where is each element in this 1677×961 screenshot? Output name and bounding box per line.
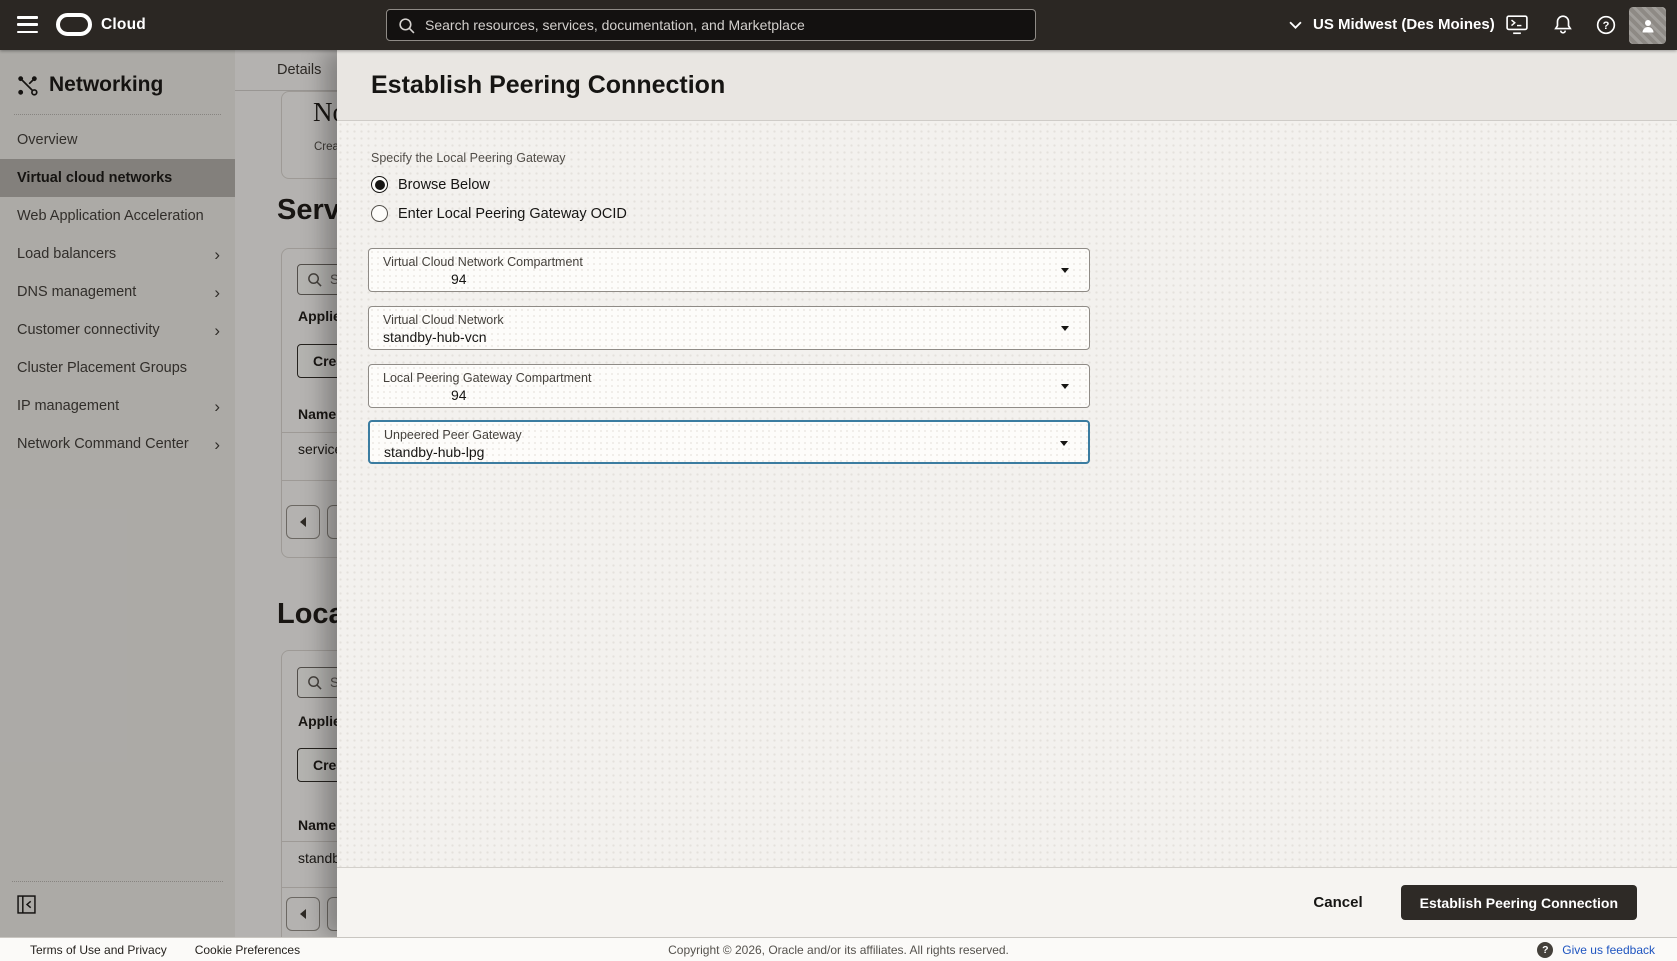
global-search-input[interactable] [425, 17, 1024, 33]
establish-peering-connection-panel: Establish Peering Connection Specify the… [337, 50, 1677, 937]
chevron-down-icon [1061, 384, 1069, 389]
unpeered-peer-gateway-select[interactable]: Unpeered Peer Gateway standby-hub-lpg [368, 420, 1090, 464]
vcn-compartment-select[interactable]: Virtual Cloud Network Compartment 94 [368, 248, 1090, 292]
copyright-text: Copyright © 2026, Oracle and/or its affi… [668, 943, 1009, 957]
radio-enter-ocid[interactable]: Enter Local Peering Gateway OCID [371, 205, 627, 222]
page-footer: Terms of Use and Privacy Cookie Preferen… [0, 937, 1677, 961]
notifications-bell-icon[interactable] [1553, 14, 1573, 35]
lpg-compartment-select[interactable]: Local Peering Gateway Compartment 94 [368, 364, 1090, 408]
oracle-logo[interactable] [56, 13, 92, 36]
top-navigation-bar: Cloud US Midwest (Des Moines) ? [0, 0, 1677, 50]
footer-feedback: ? Give us feedback [1537, 942, 1655, 958]
chevron-down-icon [1061, 268, 1069, 273]
chevron-down-icon [1060, 441, 1068, 446]
user-avatar[interactable] [1629, 7, 1666, 44]
terms-link[interactable]: Terms of Use and Privacy [30, 943, 167, 957]
radio-unselected-icon[interactable] [371, 205, 388, 222]
panel-body: Specify the Local Peering Gateway Browse… [337, 121, 1677, 867]
region-selector[interactable]: US Midwest (Des Moines) [1313, 16, 1495, 33]
chevron-down-icon[interactable] [1289, 21, 1302, 30]
establish-peering-connection-button[interactable]: Establish Peering Connection [1401, 885, 1637, 920]
brand-label: Cloud [101, 16, 146, 34]
feedback-help-icon[interactable]: ? [1537, 942, 1553, 958]
panel-title: Establish Peering Connection [371, 71, 725, 100]
vcn-select[interactable]: Virtual Cloud Network standby-hub-vcn [368, 306, 1090, 350]
cancel-button[interactable]: Cancel [1313, 894, 1362, 911]
oci-console: Details No Crea Servi Applied Create Nam… [0, 0, 1677, 961]
cookie-preferences-link[interactable]: Cookie Preferences [195, 943, 300, 957]
radio-selected-icon[interactable] [371, 176, 388, 193]
global-search-box[interactable] [386, 9, 1036, 41]
panel-header: Establish Peering Connection [337, 50, 1677, 121]
panel-action-bar: Cancel Establish Peering Connection [337, 867, 1677, 937]
person-icon [1638, 16, 1658, 36]
specify-gateway-label: Specify the Local Peering Gateway [371, 151, 566, 165]
give-feedback-link[interactable]: Give us feedback [1562, 943, 1655, 957]
modal-dim-overlay[interactable] [0, 50, 337, 937]
search-icon [398, 17, 415, 34]
footer-links: Terms of Use and Privacy Cookie Preferen… [0, 943, 300, 957]
svg-text:?: ? [1603, 20, 1610, 32]
chevron-down-icon [1061, 326, 1069, 331]
cloud-shell-icon[interactable] [1506, 15, 1528, 35]
hamburger-menu-icon[interactable] [17, 16, 38, 33]
help-icon[interactable]: ? [1596, 15, 1616, 35]
radio-browse-below[interactable]: Browse Below [371, 176, 490, 193]
